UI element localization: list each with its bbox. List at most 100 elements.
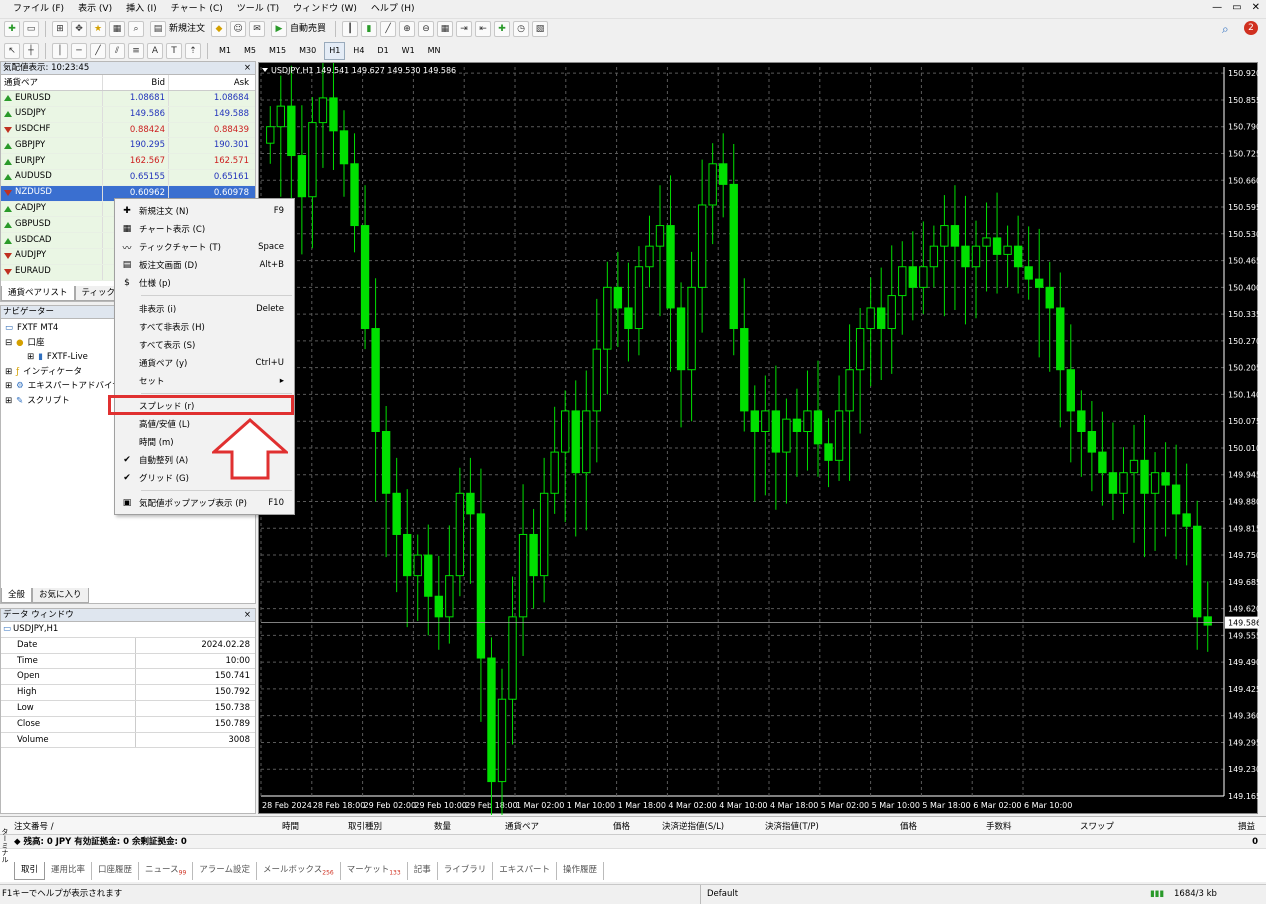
expand-icon[interactable]: ⊞ — [5, 394, 12, 409]
market-watch-row[interactable]: EURJPY 162.567 162.571 — [1, 154, 255, 170]
terminal-column-header[interactable]: 注文番号 / — [14, 820, 54, 832]
terminal-column-header[interactable]: 時間 — [282, 820, 299, 832]
ask-column-header[interactable]: Ask — [169, 75, 253, 90]
community-icon[interactable]: ☺ — [230, 21, 247, 37]
signals-icon[interactable]: ✉ — [249, 21, 266, 37]
bid-column-header[interactable]: Bid — [103, 75, 169, 90]
market-watch-row[interactable]: USDJPY 149.586 149.588 — [1, 106, 255, 123]
terminal-tab[interactable]: メールボックス256 — [257, 862, 341, 880]
terminal-column-header[interactable]: 数量 — [434, 820, 451, 832]
menu-item[interactable]: 挿入 (I) — [119, 0, 164, 18]
timeframe-w1[interactable]: W1 — [397, 42, 420, 60]
vertical-line-icon[interactable]: │ — [52, 42, 68, 59]
menu-item[interactable]: 表示 (V) — [71, 0, 119, 18]
meta-editor-icon[interactable]: ◆ — [211, 21, 228, 37]
tab-favorites[interactable]: お気に入り — [32, 588, 89, 603]
timeframe-m15[interactable]: M15 — [264, 42, 291, 60]
terminal-tab[interactable]: ライブラリ — [438, 862, 494, 880]
terminal-tab[interactable]: マーケット133 — [341, 862, 408, 880]
market-watch-row[interactable]: EURUSD 1.08681 1.08684 — [1, 91, 255, 107]
menu-item[interactable]: ファイル (F) — [6, 0, 71, 18]
indicators-icon[interactable]: ✚ — [494, 21, 511, 37]
context-menu-item[interactable]: ▤ 板注文画面 (D) Alt+B — [115, 256, 294, 274]
terminal-tab[interactable]: ニュース99 — [139, 862, 194, 880]
symbol-column-header[interactable]: 通貨ペア — [1, 75, 103, 90]
terminal-column-header[interactable]: 損益 — [1238, 820, 1255, 832]
expand-icon[interactable]: ⊞ — [5, 379, 12, 394]
menu-item[interactable]: ウィンドウ (W) — [286, 0, 364, 18]
crosshair-icon[interactable]: ┼ — [23, 42, 39, 59]
context-menu-item[interactable]: セット ▸ — [115, 372, 294, 390]
context-menu-item[interactable]: 通貨ペア (y) Ctrl+U — [115, 354, 294, 372]
context-menu-item[interactable]: $ 仕様 (p) — [115, 274, 294, 292]
terminal-icon[interactable]: ⌕ — [128, 21, 144, 37]
context-menu-item[interactable]: すべて表示 (S) — [115, 336, 294, 354]
timeframe-h1[interactable]: H1 — [324, 41, 346, 60]
text-label-icon[interactable]: T — [166, 42, 182, 59]
auto-trade-button[interactable]: ▶ 自動売買 — [268, 21, 329, 37]
market-watch-close-button[interactable]: × — [244, 62, 251, 74]
terminal-column-header[interactable]: 価格 — [613, 820, 630, 832]
data-window-icon[interactable]: ▦ — [109, 21, 125, 37]
templates-icon[interactable]: ▧ — [532, 21, 549, 37]
data-window-close-button[interactable]: × — [244, 609, 251, 621]
tab-general[interactable]: 全般 — [1, 588, 33, 603]
chart-shift-icon[interactable]: ⇤ — [475, 21, 492, 37]
terminal-column-header[interactable]: 決済逆指値(S/L) — [662, 820, 724, 832]
menu-item[interactable]: ツール (T) — [230, 0, 286, 18]
terminal-tab[interactable]: エキスパート — [493, 862, 557, 880]
favorites-icon[interactable]: ★ — [90, 21, 106, 37]
market-watch-row[interactable]: GBPJPY 190.295 190.301 — [1, 138, 255, 155]
context-menu-item[interactable]: ▣ 気配値ポップアップ表示 (P) F10 — [115, 494, 294, 512]
timeframe-m1[interactable]: M1 — [214, 42, 236, 60]
context-menu-item[interactable]: 〰ティックチャート (T) Space — [115, 238, 294, 256]
zoom-in-icon[interactable]: ⊕ — [399, 21, 416, 37]
notification-badge[interactable]: 2 — [1244, 21, 1258, 35]
cursor-icon[interactable]: ↖ — [4, 42, 20, 59]
restore-button[interactable]: ▭ — [1232, 2, 1241, 13]
terminal-column-header[interactable]: 手数料 — [986, 820, 1012, 832]
terminal-tab[interactable]: 取引 — [14, 862, 46, 880]
line-chart-icon[interactable]: ╱ — [380, 21, 397, 37]
market-watch-icon[interactable]: ⊞ — [52, 21, 68, 37]
tab-symbols[interactable]: 通貨ペアリスト — [1, 286, 75, 301]
trendline-icon[interactable]: ╱ — [90, 42, 106, 59]
arrows-icon[interactable]: ⇡ — [185, 42, 201, 59]
terminal-column-header[interactable]: スワップ — [1080, 820, 1114, 832]
bar-chart-icon[interactable]: ┃ — [342, 21, 359, 37]
timeframe-h4[interactable]: H4 — [348, 42, 369, 60]
tile-windows-icon[interactable]: ▦ — [437, 21, 454, 37]
chart-menu-triangle-icon[interactable] — [262, 68, 268, 72]
terminal-tab[interactable]: 記事 — [408, 862, 438, 880]
terminal-tab[interactable]: 運用比率 — [45, 862, 93, 880]
terminal-column-header[interactable]: 決済指値(T/P) — [765, 820, 819, 832]
expand-icon[interactable]: ⊞ — [5, 365, 12, 380]
terminal-column-header[interactable]: 通貨ペア — [505, 820, 539, 832]
chart-window[interactable]: 150.920 150.855 150.790 150.725 150.660 150.5… — [258, 52, 1261, 840]
menu-item[interactable]: チャート (C) — [164, 0, 230, 18]
search-icon[interactable]: ⌕ — [1222, 22, 1229, 37]
periods-icon[interactable]: ◷ — [513, 21, 530, 37]
terminal-tab[interactable]: 口座履歴 — [92, 862, 140, 880]
terminal-tab[interactable]: 操作履歴 — [557, 862, 604, 880]
terminal-tab[interactable]: アラーム設定 — [193, 862, 258, 880]
market-watch-row[interactable]: AUDUSD 0.65155 0.65161 — [1, 169, 255, 186]
new-chart-icon[interactable]: ✚ — [4, 21, 20, 37]
timeframe-m30[interactable]: M30 — [294, 42, 321, 60]
context-menu-item[interactable]: ✚ 新規注文 (N) F9 — [115, 202, 294, 220]
auto-scroll-icon[interactable]: ⇥ — [456, 21, 473, 37]
timeframe-d1[interactable]: D1 — [372, 42, 393, 60]
timeframe-mn[interactable]: MN — [423, 42, 446, 60]
navigator-icon[interactable]: ✥ — [71, 21, 87, 37]
context-menu-item[interactable]: 非表示 (i) Delete — [115, 299, 294, 317]
text-icon[interactable]: A — [147, 42, 163, 59]
zoom-out-icon[interactable]: ⊖ — [418, 21, 435, 37]
profiles-icon[interactable]: ▭ — [23, 21, 39, 37]
menu-item[interactable]: ヘルプ (H) — [364, 0, 422, 18]
minimize-button[interactable]: — — [1212, 2, 1222, 13]
horizontal-line-icon[interactable]: ─ — [71, 42, 87, 59]
market-watch-row[interactable]: USDCHF 0.88424 0.88439 — [1, 122, 255, 139]
terminal-column-header[interactable]: 取引種別 — [348, 820, 382, 832]
context-menu-item[interactable]: すべて非表示 (H) — [115, 318, 294, 336]
channel-icon[interactable]: ⫽ — [109, 42, 125, 59]
